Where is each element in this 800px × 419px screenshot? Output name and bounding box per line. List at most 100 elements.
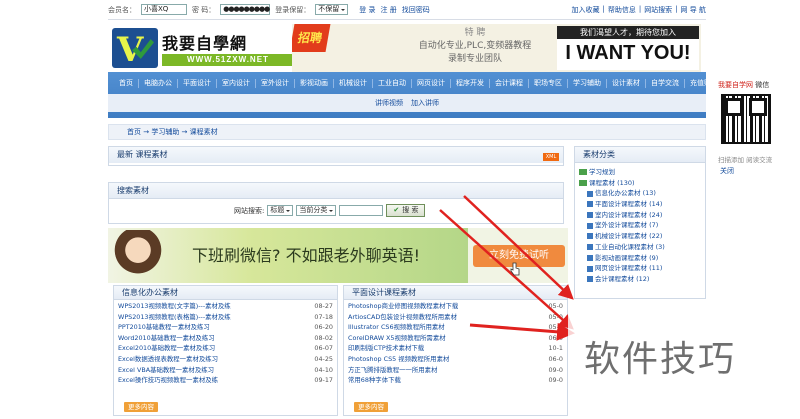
wechat-close-link[interactable]: 关闭: [720, 166, 734, 176]
list-item-title[interactable]: Illustrator CS6视频教程所用素材: [348, 322, 445, 333]
site-search-link[interactable]: 网站搜索: [644, 5, 672, 15]
category-square-icon: [587, 254, 593, 261]
nav-item[interactable]: 设计素材: [607, 78, 646, 88]
category-square-icon: [587, 265, 593, 272]
sub-nav-item[interactable]: 加入讲师: [411, 98, 439, 108]
list-item-title[interactable]: Excel VBA基础教程一素材及练习: [118, 365, 214, 376]
login-link[interactable]: 登 录: [359, 5, 375, 15]
category-label: 影视动画课程素材 (9): [595, 253, 659, 262]
office-more-button[interactable]: 更多内容: [124, 402, 158, 412]
list-item-title[interactable]: 常用68种字体下载: [348, 375, 401, 386]
graphic-more-button[interactable]: 更多内容: [354, 402, 388, 412]
list-item-date: 09-17: [314, 376, 333, 385]
nav-item[interactable]: 室外设计: [256, 78, 295, 88]
list-item-title[interactable]: CorelDRAW X5视频教程所需素材: [348, 333, 446, 344]
list-item-date: 06-20: [314, 323, 333, 332]
sub-nav-item[interactable]: 讲师视频: [375, 98, 403, 108]
list-item[interactable]: 印刷制版CTP技术素材下载 10-1: [348, 343, 563, 354]
add-favorite-link[interactable]: 加入收藏: [571, 5, 599, 15]
list-item[interactable]: Excel2010基础教程一素材及练习 06-07: [118, 343, 333, 354]
banner-line2: 自动化专业,PLC,变频器教程: [418, 41, 532, 51]
password-input[interactable]: ●●●●●●●●●: [220, 4, 271, 15]
list-item[interactable]: WPS2013视频教程(表格篇)---素材及练 07-18: [118, 312, 333, 323]
nav-item[interactable]: 机械设计: [334, 78, 373, 88]
nav-item[interactable]: 自学交流: [646, 78, 685, 88]
category-label: 室外设计课程素材 (7): [595, 221, 659, 230]
search-field-select[interactable]: 标题: [267, 205, 294, 216]
list-item[interactable]: CorelDRAW X5视频教程所需素材 06-0: [348, 333, 563, 344]
nav-item[interactable]: 影视动画: [295, 78, 334, 88]
breadcrumb[interactable]: 首页 → 学习辅助 → 课程素材: [108, 124, 706, 140]
list-item-title[interactable]: WPS2013视频教程(表格篇)---素材及练: [118, 312, 231, 323]
category-item[interactable]: 影视动画课程素材 (9): [579, 253, 701, 264]
list-item-title[interactable]: Photoshop商业修图视频教程素材下载: [348, 301, 458, 312]
list-item[interactable]: Excel VBA基础教程一素材及练习 04-10: [118, 365, 333, 376]
list-item-date: 06-0: [548, 354, 563, 363]
site-nav-link[interactable]: 网 导 航: [681, 5, 706, 15]
list-item-title[interactable]: WPS2013视频教程(文字篇)---素材及练: [118, 301, 231, 312]
list-item-title[interactable]: ArtiosCAD包装设计视频教程所用素材: [348, 312, 457, 323]
list-item[interactable]: Illustrator CS6视频教程所用素材 05-0: [348, 322, 563, 333]
site-logo[interactable]: V 我要自學網 WWW.51ZXW.NET: [112, 28, 298, 68]
hand-cursor-icon: [510, 262, 520, 276]
banner-text: 特 聘 自动化专业,PLC,变频器教程 录制专业团队: [400, 27, 550, 66]
category-item[interactable]: 室外设计课程素材 (7): [579, 220, 701, 231]
list-item-title[interactable]: Excel2010基础教程一素材及练习: [118, 343, 215, 354]
category-item[interactable]: 机械设计课程素材 (22): [579, 231, 701, 242]
register-link[interactable]: 注 册: [380, 5, 396, 15]
list-item-title[interactable]: Excel数据透视表教程一素材及练习: [118, 354, 218, 365]
logo-v-icon: V: [112, 28, 158, 68]
help-link[interactable]: 帮助信息: [608, 5, 636, 15]
category-item[interactable]: 平面设计课程素材 (14): [579, 199, 701, 210]
list-item-date: 09-0: [548, 365, 563, 374]
member-input[interactable]: 小喜XQ: [141, 4, 187, 15]
main-nav-row: 首页 电脑办公 平面设计 室内设计 室外设计 影视动画 机械设计 工业自动 网页设计 程序开发 会计…: [108, 72, 718, 94]
hiring-banner[interactable]: 招聘 特 聘 自动化专业,PLC,变频器教程 录制专业团队 我们渴望人才，期待您…: [292, 24, 701, 72]
english-ad-banner[interactable]: 下班刷微信? 不如跟老外聊英语! 立刻免费试听: [108, 228, 568, 283]
category-item[interactable]: 室内设计课程素材 (24): [579, 210, 701, 221]
list-item-title[interactable]: Word2010基础教程一素材及练习: [118, 333, 215, 344]
list-item-title[interactable]: 印刷制版CTP技术素材下载: [348, 343, 424, 354]
nav-item[interactable]: 首页: [114, 78, 139, 88]
list-item-date: 08-27: [314, 302, 333, 310]
nav-item[interactable]: 室内设计: [217, 78, 256, 88]
nav-item[interactable]: 程序开发: [451, 78, 490, 88]
watermark-overlay: 软件技巧: [568, 312, 800, 419]
category-item[interactable]: 工业自动化课程素材 (3): [579, 242, 701, 253]
list-item-title[interactable]: Excel操作技巧视频教程一素材及练: [118, 375, 218, 386]
list-item[interactable]: Photoshop CS5 视频教程所用素材 06-0: [348, 354, 563, 365]
nav-item[interactable]: 平面设计: [178, 78, 217, 88]
category-item[interactable]: 信息化办公素材 (13): [579, 188, 701, 199]
forgot-password-link[interactable]: 找回密码: [402, 5, 430, 15]
nav-item[interactable]: 职场专区: [529, 78, 568, 88]
list-item[interactable]: Excel数据透视表教程一素材及练习 04-25: [118, 354, 333, 365]
latest-title: 最新 课程素材: [109, 147, 563, 163]
nav-item[interactable]: 会计课程: [490, 78, 529, 88]
list-item[interactable]: Excel操作技巧视频教程一素材及练 09-17: [118, 375, 333, 386]
list-item-date: 08-02: [314, 333, 333, 342]
search-button[interactable]: ✔ 搜 索: [386, 204, 426, 217]
category-item[interactable]: 会计课程素材 (12): [579, 274, 701, 285]
search-input[interactable]: [339, 205, 384, 216]
category-item[interactable]: 学习规划: [579, 167, 701, 178]
nav-item[interactable]: 网页设计: [412, 78, 451, 88]
list-item[interactable]: Word2010基础教程一素材及练习 08-02: [118, 333, 333, 344]
list-item[interactable]: PPT2010基础教程一素材及练习 06-20: [118, 322, 333, 333]
nav-item[interactable]: 学习辅助: [568, 78, 607, 88]
list-item-title[interactable]: 方正飞腾排版教程一一所用素材: [348, 365, 437, 376]
keep-login-select[interactable]: 不保留: [315, 4, 349, 15]
list-item[interactable]: Photoshop商业修图视频教程素材下载 05-0: [348, 301, 563, 312]
nav-item[interactable]: 工业自动: [373, 78, 412, 88]
search-scope-select[interactable]: 当前分类: [296, 205, 337, 216]
list-item[interactable]: 常用68种字体下载 09-0: [348, 375, 563, 386]
list-item-title[interactable]: Photoshop CS5 视频教程所用素材: [348, 354, 449, 365]
category-item[interactable]: 网页设计课程素材 (11): [579, 263, 701, 274]
category-item[interactable]: 课程素材 (130): [579, 178, 701, 189]
list-item[interactable]: ArtiosCAD包装设计视频教程所用素材 05-0: [348, 312, 563, 323]
list-item[interactable]: 方正飞腾排版教程一一所用素材 09-0: [348, 365, 563, 376]
xml-feed-icon[interactable]: XML: [543, 153, 559, 161]
folder-icon: [579, 180, 587, 187]
list-item-title[interactable]: PPT2010基础教程一素材及练习: [118, 322, 210, 333]
nav-item[interactable]: 电脑办公: [139, 78, 178, 88]
list-item[interactable]: WPS2013视频教程(文字篇)---素材及练 08-27: [118, 301, 333, 312]
